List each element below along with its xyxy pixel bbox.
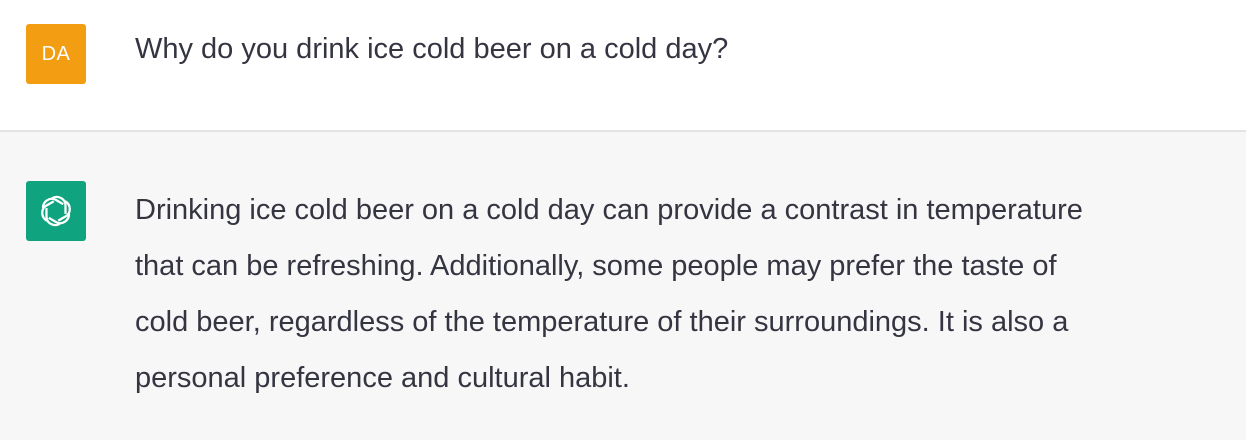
user-avatar-initials: DA: [41, 42, 71, 65]
chat-thread: DA Why do you drink ice cold beer on a c…: [0, 0, 1246, 440]
openai-logo-icon: [41, 195, 71, 227]
assistant-message-line: that can be refreshing. Additionally, so…: [135, 250, 1057, 282]
assistant-message-text: Drinking ice cold beer on a cold day can…: [135, 182, 1225, 406]
user-avatar: DA: [26, 24, 86, 84]
assistant-message-line: personal preference and cultural habit.: [135, 362, 630, 394]
assistant-avatar: [26, 181, 86, 241]
user-message-text: Why do you drink ice cold beer on a cold…: [135, 33, 729, 65]
user-message-row: DA Why do you drink ice cold beer on a c…: [0, 0, 1246, 132]
assistant-message-line: cold beer, regardless of the temperature…: [135, 306, 1069, 338]
assistant-message-line: Drinking ice cold beer on a cold day can…: [135, 194, 1083, 226]
assistant-message-row: Drinking ice cold beer on a cold day can…: [0, 132, 1246, 440]
